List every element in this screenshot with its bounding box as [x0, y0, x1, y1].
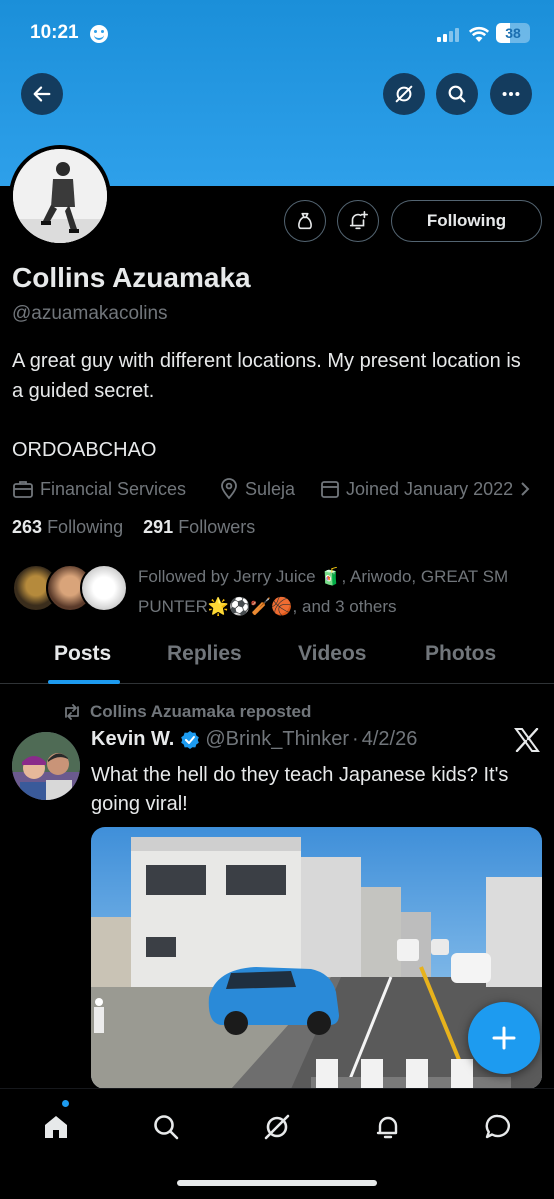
notify-button[interactable]	[337, 200, 379, 242]
repost-indicator: Collins Azuamaka reposted	[62, 700, 311, 724]
compose-button[interactable]	[468, 1002, 540, 1074]
chevron-right-icon[interactable]	[519, 481, 531, 497]
back-button[interactable]	[21, 73, 63, 115]
briefcase-icon	[13, 481, 33, 498]
profile-category: Financial Services	[12, 477, 186, 501]
profile-location: Suleja	[219, 477, 295, 501]
nav-search[interactable]	[146, 1107, 186, 1147]
grok-icon	[395, 85, 413, 103]
search-icon	[154, 1115, 179, 1140]
avatar-photo	[13, 149, 107, 243]
bell-icon	[376, 1116, 398, 1139]
post-author-handle[interactable]: @Brink_Thinker	[205, 728, 349, 751]
chat-bubble-icon	[485, 1114, 510, 1139]
profile-handle: @azuamakacolins	[12, 303, 168, 324]
profile-joined: Joined January 2022	[320, 477, 537, 501]
post-author-avatar[interactable]	[12, 732, 80, 800]
arrow-left-icon	[33, 86, 51, 102]
grok-icon	[264, 1114, 290, 1140]
more-icon	[502, 91, 520, 97]
joined-label: Joined January 2022	[346, 478, 514, 499]
repost-icon	[65, 704, 79, 720]
post-separator: ·	[352, 728, 359, 750]
plus-icon	[492, 1026, 516, 1050]
nav-grok[interactable]	[257, 1107, 297, 1147]
more-button[interactable]	[490, 73, 532, 115]
following-count: 263	[12, 517, 43, 537]
post-header: Kevin W. @Brink_Thinker · 4/2/26	[91, 728, 417, 751]
post-author-name[interactable]: Kevin W.	[91, 728, 174, 751]
profile-name: Collins Azuamaka	[12, 262, 251, 293]
signal-icon	[437, 28, 459, 42]
mutual-followers-avatars[interactable]	[12, 564, 128, 614]
location-pin-icon	[221, 478, 237, 500]
following-count-link[interactable]: 263 Following	[12, 517, 123, 537]
profile-bio-extra: ORDOABCHAO	[12, 439, 157, 461]
tab-posts[interactable]: Posts	[54, 642, 111, 666]
search-icon	[448, 85, 466, 103]
wifi-icon	[468, 26, 490, 42]
bell-plus-icon	[349, 211, 368, 230]
verified-badge-icon	[181, 730, 200, 749]
home-icon	[45, 1116, 67, 1138]
followed-by-text[interactable]: Followed by Jerry Juice 🧃, Ariwodo, GREA…	[138, 562, 538, 622]
home-indicator	[177, 1180, 377, 1186]
post-date[interactable]: 4/2/26	[362, 728, 418, 751]
money-bag-icon	[298, 212, 312, 230]
active-tab-indicator	[48, 680, 120, 684]
battery-level: 38	[505, 25, 521, 41]
followers-count: 291	[143, 517, 174, 537]
category-label: Financial Services	[40, 478, 187, 499]
author-photo	[12, 732, 80, 800]
tab-videos[interactable]: Videos	[298, 642, 366, 666]
profile-avatar[interactable]	[9, 145, 111, 247]
nav-notifications[interactable]	[368, 1107, 408, 1147]
grok-button[interactable]	[383, 73, 425, 115]
battery-indicator: 38	[496, 23, 530, 43]
tab-photos[interactable]: Photos	[425, 642, 496, 666]
nav-home[interactable]	[36, 1107, 76, 1147]
tip-button[interactable]	[284, 200, 326, 242]
following-button[interactable]: Following	[391, 200, 542, 242]
calendar-icon	[321, 481, 339, 498]
search-button[interactable]	[436, 73, 478, 115]
unread-dot	[62, 1100, 69, 1107]
nav-messages[interactable]	[478, 1107, 518, 1147]
status-bar: 10:21 38	[0, 20, 554, 50]
follow-counts: 263 Following 291 Followers	[12, 517, 255, 538]
followers-label: Followers	[178, 517, 256, 537]
following-label: Following	[47, 517, 124, 537]
post-text: What the hell do they teach Japanese kid…	[91, 764, 509, 815]
tab-replies[interactable]: Replies	[167, 642, 242, 666]
status-time: 10:21	[30, 22, 79, 43]
repost-label: Collins Azuamaka reposted	[90, 702, 312, 721]
profile-bio: A great guy with different locations. My…	[12, 350, 521, 402]
mutual-avatar	[80, 564, 128, 612]
followers-count-link[interactable]: 291 Followers	[143, 517, 255, 537]
profile-tabs: Posts Replies Videos Photos	[0, 632, 554, 684]
location-label: Suleja	[245, 478, 296, 499]
smiley-icon	[90, 25, 108, 43]
x-logo-icon	[514, 728, 540, 752]
